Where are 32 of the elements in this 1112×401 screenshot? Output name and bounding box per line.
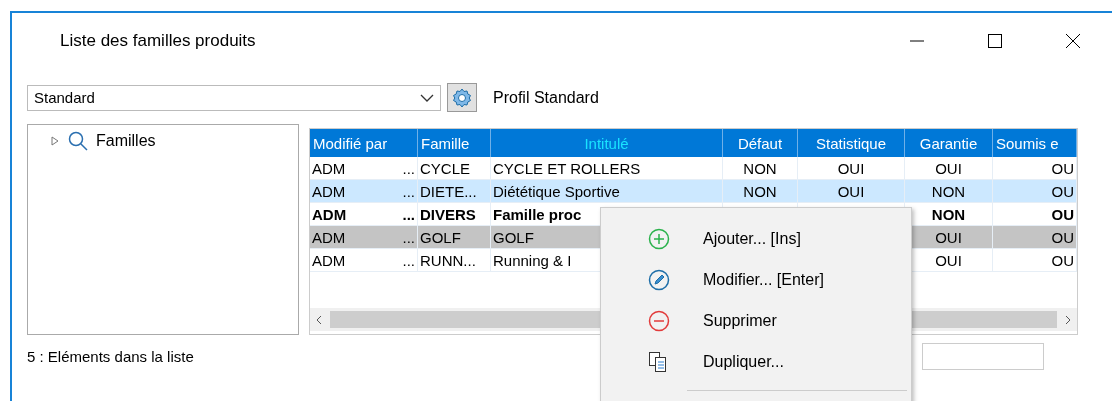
profile-label: Profil Standard (493, 88, 599, 107)
table-cell: ADM (312, 205, 347, 223)
table-cell: OU (1051, 228, 1074, 246)
table-cell: NON (931, 205, 966, 223)
table-cell: DIETE... (420, 182, 477, 200)
table-cell: NON (931, 182, 966, 200)
table-cell: RUNN... (420, 251, 476, 269)
table-cell: OUI (837, 182, 865, 200)
table-cell: Diététique Sportive (493, 182, 620, 200)
table-cell: NON (743, 159, 777, 177)
table-cell: ADM (312, 159, 346, 177)
table-cell: ADM (312, 228, 346, 246)
table-cell: ADM (312, 182, 346, 200)
table-cell: OU (1051, 251, 1074, 269)
table-cell: Running & I (493, 251, 572, 269)
table-cell: CYCLE ET ROLLERS (493, 159, 641, 177)
table-cell: OUI (935, 251, 962, 269)
table-cell: OUI (837, 159, 865, 177)
table-cell: GOLF (420, 228, 461, 246)
table-cell: GOLF (493, 228, 534, 246)
window-title: Liste des familles produits (60, 31, 257, 51)
table-cell: ADM (312, 251, 346, 269)
table-cell: CYCLE (420, 159, 471, 177)
item-count-label: 5 : Eléments dans la liste (27, 348, 194, 365)
table-cell: OU (1051, 205, 1074, 223)
table-cell: NON (743, 182, 777, 200)
table-cell: OU (1051, 182, 1074, 200)
table-cell: DIVERS (420, 205, 476, 223)
table-cell: OU (1051, 159, 1074, 177)
table-cell: OUI (935, 228, 962, 246)
table-cell: OUI (935, 159, 962, 177)
table-cell: Famille proc (493, 205, 582, 223)
